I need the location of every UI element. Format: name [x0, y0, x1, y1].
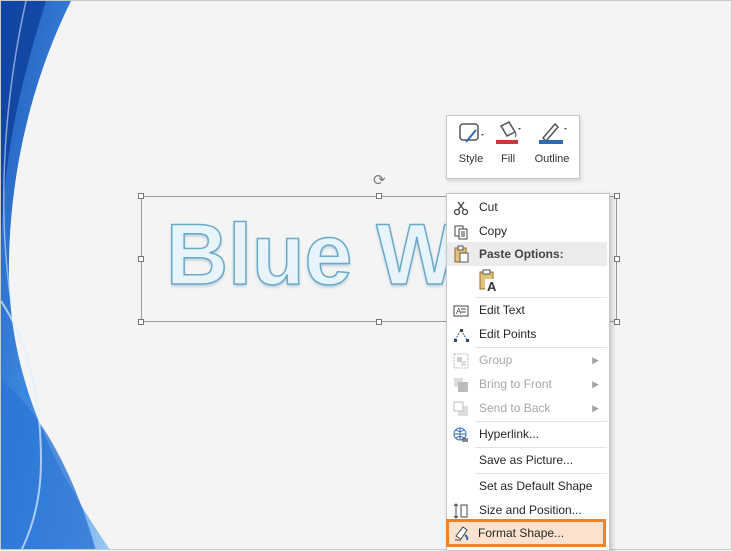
menu-item-set-default-shape[interactable]: Set as Default Shape — [447, 475, 607, 498]
size-position-icon — [453, 503, 468, 519]
separator — [475, 421, 607, 422]
send-to-back-icon — [453, 401, 468, 416]
paint-bucket-icon — [496, 121, 521, 144]
paste-options-header: Paste Options: — [447, 242, 607, 266]
menu-item-group[interactable]: Group ▶ — [447, 349, 607, 372]
menu-item-copy[interactable]: Copy — [447, 220, 607, 243]
wordart-text: Blue W — [165, 206, 458, 304]
outline-label: Outline — [534, 153, 570, 165]
fill-label: Fill — [500, 153, 516, 165]
separator — [475, 347, 607, 348]
copy-icon — [454, 225, 468, 240]
separator — [475, 447, 607, 448]
bring-to-front-icon — [454, 378, 468, 392]
resize-handle-top[interactable] — [376, 193, 382, 199]
edit-points-icon — [454, 329, 469, 342]
resize-handle-top-right[interactable] — [614, 193, 620, 199]
resize-handle-bottom-right[interactable] — [614, 319, 620, 325]
style-label: Style — [458, 153, 484, 165]
rotate-handle-icon[interactable]: ⟳ — [373, 171, 386, 189]
slide-canvas[interactable]: ⟳ Blue W — [0, 0, 732, 550]
resize-handle-top-left[interactable] — [138, 193, 144, 199]
style-icon — [459, 123, 484, 143]
style-button[interactable]: Style — [453, 120, 489, 165]
paste-keep-text-only-button[interactable]: A — [477, 269, 501, 294]
blue-swirl-decoration — [1, 1, 110, 549]
menu-item-hyperlink[interactable]: Hyperlink... — [447, 423, 607, 446]
context-menu: Cut Copy Paste Options: A A Edit Text Ed… — [446, 193, 610, 551]
submenu-arrow-icon: ▶ — [592, 355, 599, 365]
group-icon — [453, 353, 469, 369]
mini-toolbar: Style Fill Outline — [446, 115, 580, 179]
separator — [475, 473, 607, 474]
submenu-arrow-icon: ▶ — [592, 403, 599, 413]
menu-item-edit-points[interactable]: Edit Points — [447, 323, 607, 346]
resize-handle-left[interactable] — [138, 256, 144, 262]
submenu-arrow-icon: ▶ — [592, 379, 599, 389]
scissors-icon — [453, 201, 469, 216]
menu-item-save-as-picture[interactable]: Save as Picture... — [447, 449, 607, 472]
menu-item-cut[interactable]: Cut — [447, 196, 607, 219]
menu-item-send-to-back[interactable]: Send to Back ▶ — [447, 397, 607, 420]
separator — [475, 297, 607, 298]
format-shape-icon — [455, 526, 469, 541]
format-shape-label: Format Shape... — [478, 526, 565, 540]
edit-text-icon: A — [453, 305, 469, 317]
outline-button[interactable]: Outline — [529, 120, 575, 165]
hyperlink-globe-icon — [453, 427, 468, 442]
paste-text-only-icon: A — [479, 269, 499, 294]
menu-item-format-shape[interactable]: Format Shape... — [446, 519, 606, 547]
pen-outline-icon — [539, 122, 567, 144]
resize-handle-right[interactable] — [614, 256, 620, 262]
fill-button[interactable]: Fill — [491, 120, 525, 165]
menu-item-bring-to-front[interactable]: Bring to Front ▶ — [447, 373, 607, 396]
resize-handle-bottom-left[interactable] — [138, 319, 144, 325]
svg-text:A: A — [487, 279, 497, 293]
paste-icon — [454, 245, 469, 263]
resize-handle-bottom[interactable] — [376, 319, 382, 325]
menu-item-edit-text[interactable]: A Edit Text — [447, 299, 607, 322]
